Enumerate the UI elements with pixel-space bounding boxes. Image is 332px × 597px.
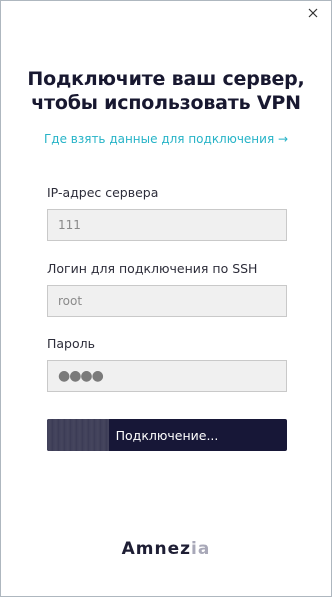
app-window: Подключите ваш сервер, чтобы использоват… <box>0 0 332 597</box>
page-title-line-2: чтобы использовать VPN <box>31 92 301 114</box>
password-label: Пароль <box>47 336 95 351</box>
close-icon <box>308 8 318 18</box>
page-title: Подключите ваш сервер, чтобы использоват… <box>1 67 331 115</box>
connect-button[interactable]: Подключение... <box>47 419 287 451</box>
close-button[interactable] <box>305 5 321 21</box>
server-address-label: IP-адрес сервера <box>47 185 159 200</box>
ssh-login-input[interactable] <box>47 285 287 317</box>
connect-button-label: Подключение... <box>115 427 219 443</box>
ssh-login-label: Логин для подключения по SSH <box>47 261 258 276</box>
svg-text:Amnezia: Amnezia <box>122 539 211 559</box>
password-input[interactable]: ●●●● <box>47 360 287 392</box>
help-link[interactable]: Где взять данные для подключения → <box>1 132 331 146</box>
server-address-input[interactable] <box>47 209 287 241</box>
amnezia-logo: Amnezia <box>1 537 331 563</box>
page-title-line-1: Подключите ваш сервер, <box>27 68 305 90</box>
